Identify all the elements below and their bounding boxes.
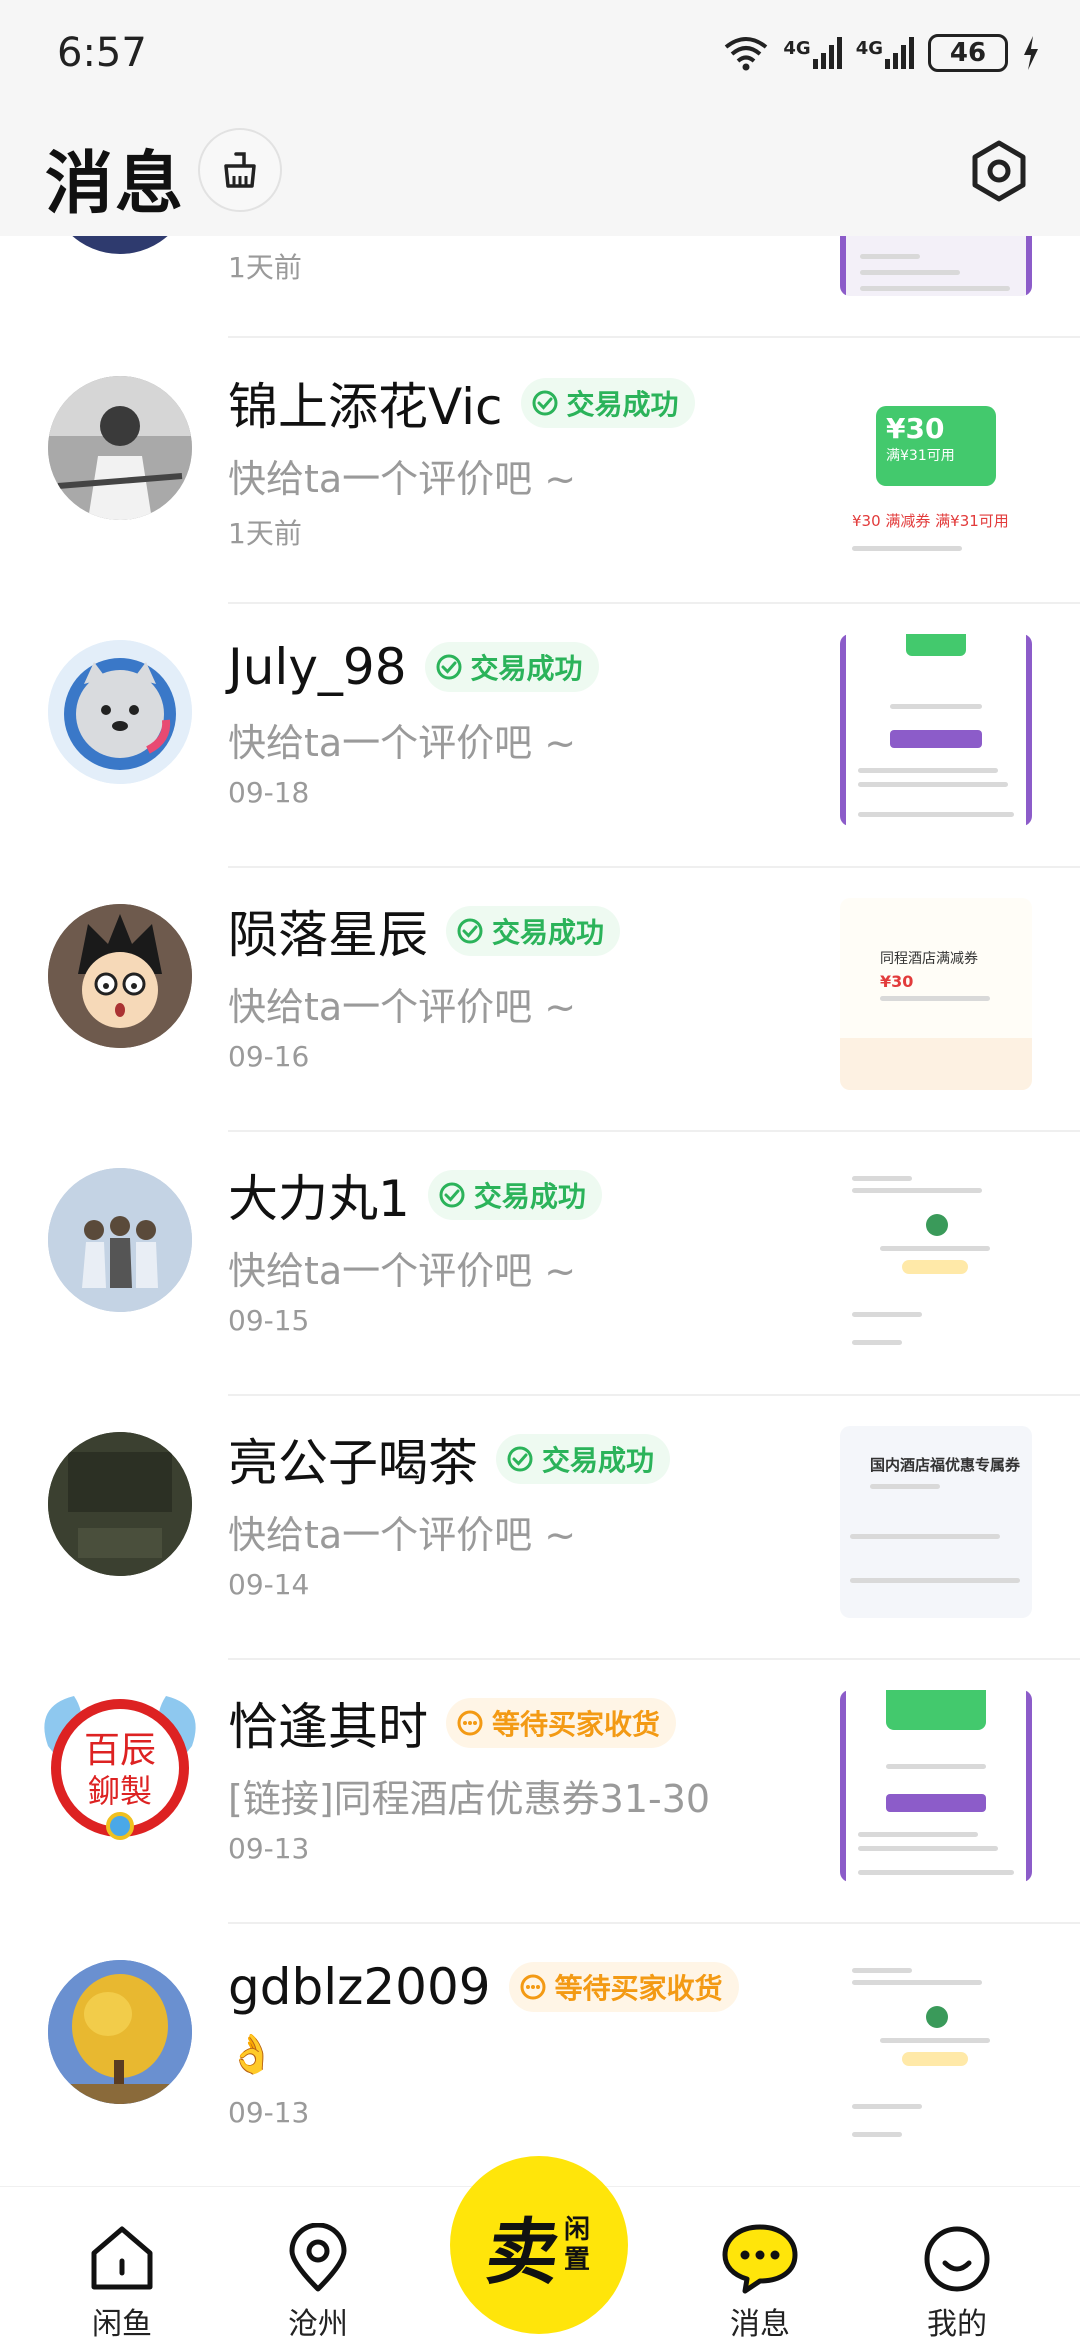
message-preview: 快给ta一个评价吧 ~ (228, 1513, 577, 1557)
check-circle-icon (532, 390, 557, 416)
name-line: 亮公子喝茶 交易成功 (228, 1424, 671, 1494)
check-circle-icon (439, 1182, 465, 1208)
fish-home-icon (91, 2226, 153, 2290)
message-time: 1天前 (228, 251, 302, 284)
nav-home[interactable]: 闲鱼 (62, 2223, 182, 2340)
name-line: 大力丸1 交易成功 (228, 1160, 602, 1230)
item-thumbnail (840, 1690, 1032, 1882)
item-thumbnail (840, 634, 1032, 826)
name-line: 恰逢其时 等待买家收货 (228, 1688, 677, 1758)
message-preview: 快给ta一个评价吧 ~ (228, 1249, 577, 1293)
svg-text:百辰: 百辰 (84, 1730, 156, 1771)
message-time: 09-13 (228, 1832, 310, 1865)
contact-name: 锦上添花Vic (228, 378, 503, 436)
battery-icon: 46 (928, 34, 1008, 72)
message-time: 09-13 (228, 2096, 310, 2129)
check-circle-icon (457, 918, 483, 944)
signal-bars-icon (812, 37, 842, 69)
status-badge: 交易成功 (520, 378, 695, 428)
wifi-icon (725, 37, 768, 71)
check-circle-icon (507, 1446, 533, 1472)
status-time: 6:57 (57, 30, 147, 76)
contact-name: 恰逢其时 (228, 1698, 428, 1756)
message-time: 09-15 (228, 1304, 310, 1337)
chat-bubble-icon (722, 2224, 798, 2294)
list-item[interactable]: 陨落星辰 交易成功 快给ta一个评价吧 ~ 09-16 同程酒店满减券 ¥30 (0, 868, 1080, 1132)
list-item[interactable]: 1天前 (0, 236, 1080, 338)
item-thumbnail (840, 236, 1032, 296)
avatar (48, 376, 192, 520)
list-item[interactable]: July_98 交易成功 快给ta一个评价吧 ~ 09-18 (0, 604, 1080, 868)
page-title: 消息 (45, 145, 186, 224)
name-line: 陨落星辰 交易成功 (228, 896, 621, 966)
list-item[interactable]: 大力丸1 交易成功 快给ta一个评价吧 ~ 09-15 (0, 1132, 1080, 1396)
message-preview: 快给ta一个评价吧 ~ (228, 985, 577, 1029)
list-item[interactable]: gdblz2009 等待买家收货 👌 09-13 (0, 1924, 1080, 2186)
message-list[interactable]: 1天前 锦上添花Vic 交易成功 快给ta一个评价吧 ~ 1天前 ¥30 满¥3… (0, 236, 1080, 2186)
status-icons: 4G 4G 46 (723, 28, 1040, 78)
signal-4g-2: 4G (856, 37, 914, 69)
item-thumbnail (840, 1162, 1032, 1354)
status-badge: 等待买家收货 (508, 1962, 739, 2012)
contact-name: gdblz2009 (228, 1958, 491, 2016)
status-badge: 等待买家收货 (446, 1698, 677, 1748)
clear-unread-button[interactable] (198, 128, 282, 212)
message-preview: 快给ta一个评价吧 ~ (228, 721, 577, 765)
name-line: 锦上添花Vic 交易成功 (228, 368, 695, 438)
name-line: July_98 交易成功 (228, 632, 599, 702)
sell-button[interactable]: 卖 闲 置 (450, 2156, 628, 2334)
status-badge: 交易成功 (496, 1434, 671, 1484)
avatar (48, 640, 192, 784)
message-preview: 快给ta一个评价吧 ~ (228, 457, 577, 501)
message-preview: 👌 (228, 2032, 276, 2076)
status-badge: 交易成功 (446, 906, 621, 956)
pending-dots-icon (457, 1710, 483, 1736)
avatar (48, 1960, 192, 2104)
message-time: 09-14 (228, 1568, 310, 1601)
avatar (48, 1432, 192, 1576)
broom-icon (224, 152, 256, 188)
contact-name: 陨落星辰 (228, 906, 428, 964)
nav-messages[interactable]: 消息 (700, 2223, 820, 2340)
contact-name: 大力丸1 (228, 1170, 410, 1228)
signal-bars-icon (885, 37, 914, 69)
location-pin-icon (289, 2223, 347, 2292)
check-circle-icon (436, 654, 462, 680)
message-time: 1天前 (228, 517, 302, 550)
list-item[interactable]: 百辰 鉚製 恰逢其时 等待买家收货 [链接]同程酒店优惠券31-30 09-13 (0, 1660, 1080, 1924)
nav-me[interactable]: 我的 (897, 2223, 1017, 2340)
pending-dots-icon (520, 1974, 546, 2000)
name-line: gdblz2009 等待买家收货 (228, 1952, 739, 2022)
avatar: 百辰 鉚製 (34, 1686, 206, 1850)
message-time: 09-18 (228, 776, 310, 809)
item-thumbnail: ¥30 满¥31可用 ¥30 满减券 满¥31可用 (840, 370, 1032, 562)
avatar (48, 236, 192, 254)
message-preview: [链接]同程酒店优惠券31-30 (228, 1777, 711, 1821)
avatar (48, 904, 192, 1048)
top-bar: 6:57 4G 4G 46 消息 (0, 0, 1080, 236)
avatar (48, 1168, 192, 1312)
list-item[interactable]: 锦上添花Vic 交易成功 快给ta一个评价吧 ~ 1天前 ¥30 满¥31可用 … (0, 340, 1080, 604)
hexagon-settings-icon (972, 140, 1026, 202)
contact-name: July_98 (228, 638, 407, 696)
charging-icon (1024, 36, 1038, 70)
nav-city[interactable]: 沧州 (258, 2223, 378, 2340)
list-item[interactable]: 亮公子喝茶 交易成功 快给ta一个评价吧 ~ 09-14 国内酒店福优惠专属券 (0, 1396, 1080, 1660)
svg-text:鉚製: 鉚製 (88, 1772, 152, 1810)
item-thumbnail (840, 1954, 1032, 2146)
signal-4g-1: 4G (783, 37, 842, 69)
message-time: 09-16 (228, 1040, 310, 1073)
item-thumbnail: 同程酒店满减券 ¥30 (840, 898, 1032, 1090)
item-thumbnail: 国内酒店福优惠专属券 (840, 1426, 1032, 1618)
settings-button[interactable] (964, 136, 1034, 206)
status-badge: 交易成功 (427, 1170, 602, 1220)
smile-face-icon (924, 2226, 990, 2292)
status-badge: 交易成功 (424, 642, 599, 692)
contact-name: 亮公子喝茶 (228, 1434, 478, 1492)
